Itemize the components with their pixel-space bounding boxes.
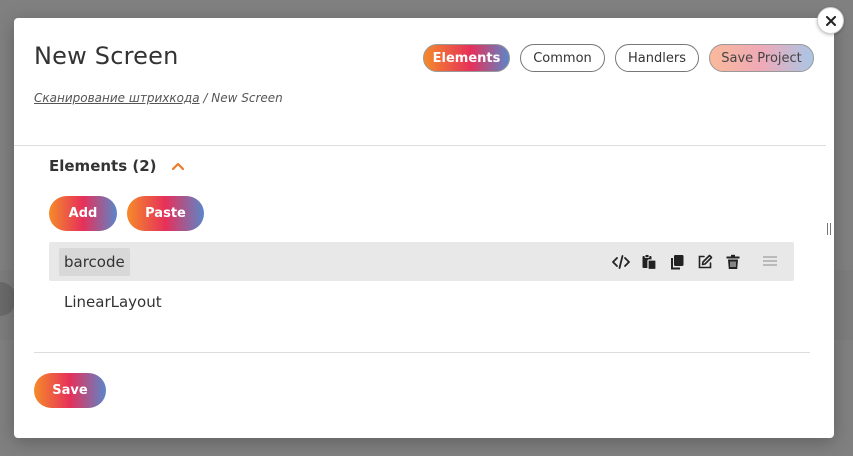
resize-handle-icon[interactable] xyxy=(826,223,832,235)
elements-section-header: Elements (2) xyxy=(49,157,185,175)
elements-count-title: Elements (2) xyxy=(49,157,157,175)
tab-elements[interactable]: Elements xyxy=(423,44,510,72)
close-icon xyxy=(825,15,836,26)
breadcrumb-current: New Screen xyxy=(211,91,283,105)
tab-common[interactable]: Common xyxy=(520,44,605,72)
element-label: LinearLayout xyxy=(64,292,162,311)
breadcrumb: Сканирование штрихкода / New Screen xyxy=(34,91,283,105)
chevron-up-icon[interactable] xyxy=(171,159,185,173)
save-project-button[interactable]: Save Project xyxy=(709,44,814,72)
breadcrumb-separator: / xyxy=(199,91,212,105)
element-actions xyxy=(612,253,742,271)
paste-icon[interactable] xyxy=(640,253,658,271)
header-divider xyxy=(14,145,826,146)
trash-icon[interactable] xyxy=(724,253,742,271)
element-row-linearlayout[interactable]: LinearLayout xyxy=(49,282,794,321)
copy-icon[interactable] xyxy=(668,253,686,271)
modal-tabs: Elements Common Handlers Save Project xyxy=(423,44,814,72)
paste-element-button[interactable]: Paste xyxy=(127,196,204,231)
breadcrumb-link[interactable]: Сканирование штрихкода xyxy=(34,91,200,105)
edit-icon[interactable] xyxy=(696,253,714,271)
add-element-button[interactable]: Add xyxy=(49,196,117,231)
drag-handle-icon[interactable] xyxy=(762,254,778,268)
tab-handlers[interactable]: Handlers xyxy=(615,44,699,72)
new-screen-modal: New Screen Elements Common Handlers Save… xyxy=(14,18,834,438)
close-button[interactable] xyxy=(817,7,844,34)
code-icon[interactable] xyxy=(612,253,630,271)
element-label: barcode xyxy=(59,247,130,276)
footer-divider xyxy=(34,352,810,353)
element-row-barcode[interactable]: barcode xyxy=(49,242,794,281)
save-button[interactable]: Save xyxy=(34,373,106,408)
modal-title: New Screen xyxy=(34,42,179,70)
